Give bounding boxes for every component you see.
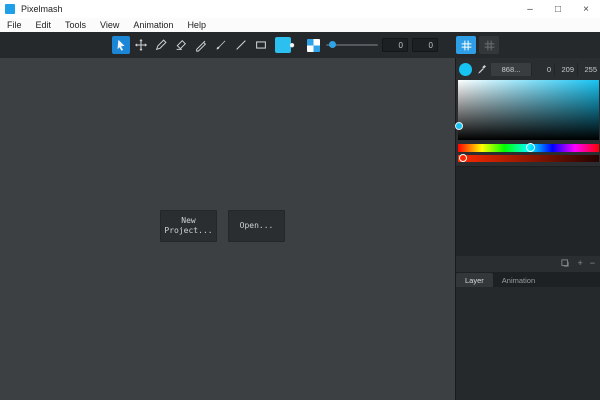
add-layer-icon[interactable]: + bbox=[577, 256, 582, 270]
grid-view-button[interactable] bbox=[456, 36, 476, 54]
sv-picker-marker[interactable] bbox=[455, 122, 463, 130]
new-project-label-line1: New bbox=[181, 216, 196, 225]
rectangle-icon bbox=[256, 41, 266, 49]
brush-shape-circle-button[interactable]: ● bbox=[283, 36, 301, 54]
grid-icon bbox=[461, 40, 471, 50]
x-value-input[interactable]: 0 bbox=[382, 38, 408, 52]
menu-help[interactable]: Help bbox=[180, 18, 213, 32]
duplicate-layer-icon[interactable] bbox=[560, 258, 570, 268]
current-color-circle[interactable] bbox=[459, 62, 472, 76]
app-window: Pixelmash – □ × File Edit Tools View Ani… bbox=[0, 0, 600, 400]
slider-thumb[interactable] bbox=[329, 41, 336, 48]
transform-checker-icon[interactable] bbox=[307, 38, 320, 52]
pointer-icon bbox=[117, 39, 125, 51]
hue-slider-marker[interactable] bbox=[525, 143, 535, 152]
alpha-slider-marker[interactable] bbox=[459, 154, 467, 162]
pen-icon bbox=[196, 40, 207, 52]
toolbar: ● 0 0 bbox=[0, 32, 600, 58]
pointer-tool-button[interactable] bbox=[112, 36, 130, 54]
line-icon bbox=[236, 40, 246, 50]
layer-actions-row: + − bbox=[456, 256, 600, 270]
right-panel: 868... 0 209 255 + − Layer Animation bbox=[455, 58, 600, 400]
rectangle-tool-button[interactable] bbox=[252, 36, 270, 54]
tab-layer[interactable]: Layer bbox=[456, 273, 493, 287]
tool-options-cluster: ● 0 0 bbox=[283, 36, 438, 54]
window-controls: – □ × bbox=[516, 0, 600, 18]
window-title: Pixelmash bbox=[21, 4, 63, 14]
y-value-input[interactable]: 0 bbox=[412, 38, 438, 52]
tab-animation[interactable]: Animation bbox=[493, 273, 544, 287]
pen-tool-button[interactable] bbox=[192, 36, 210, 54]
menu-edit[interactable]: Edit bbox=[29, 18, 59, 32]
brush-icon bbox=[216, 40, 226, 50]
maximize-button[interactable]: □ bbox=[544, 0, 572, 18]
panel-tab-bar: Layer Animation bbox=[456, 272, 600, 287]
move-icon bbox=[134, 38, 148, 52]
eraser-icon bbox=[176, 39, 187, 50]
view-toggle-cluster bbox=[456, 36, 499, 54]
hue-slider[interactable] bbox=[458, 143, 599, 152]
swatch-area bbox=[456, 166, 600, 256]
menu-tools[interactable]: Tools bbox=[58, 18, 93, 32]
grid-off-icon bbox=[484, 40, 494, 50]
saturation-value-picker[interactable] bbox=[455, 80, 599, 140]
new-project-label-line2: Project... bbox=[164, 226, 213, 235]
open-label: Open... bbox=[239, 221, 274, 230]
new-project-button[interactable]: New Project... bbox=[160, 210, 217, 242]
green-value-field[interactable]: 209 bbox=[554, 62, 577, 76]
pencil-tool-button[interactable] bbox=[152, 36, 170, 54]
layers-list-panel[interactable] bbox=[456, 287, 600, 400]
menu-view[interactable]: View bbox=[93, 18, 126, 32]
tool-cluster bbox=[112, 36, 291, 54]
close-button[interactable]: × bbox=[572, 0, 600, 18]
menu-animation[interactable]: Animation bbox=[126, 18, 180, 32]
blue-value-field[interactable]: 255 bbox=[577, 62, 600, 76]
title-bar: Pixelmash – □ × bbox=[0, 0, 600, 18]
line-tool-button[interactable] bbox=[232, 36, 250, 54]
minimize-button[interactable]: – bbox=[516, 0, 544, 18]
open-button[interactable]: Open... bbox=[228, 210, 285, 242]
color-value-row: 868... 0 209 255 bbox=[456, 62, 600, 76]
menu-file[interactable]: File bbox=[0, 18, 29, 32]
hex-color-field[interactable]: 868... bbox=[491, 62, 531, 76]
brush-tool-button[interactable] bbox=[212, 36, 230, 54]
menu-bar: File Edit Tools View Animation Help bbox=[0, 18, 600, 32]
move-tool-button[interactable] bbox=[132, 36, 150, 54]
grid-off-button[interactable] bbox=[479, 36, 499, 54]
alpha-slider[interactable] bbox=[458, 154, 599, 162]
canvas-area[interactable]: New Project... Open... bbox=[0, 58, 455, 400]
eyedropper-icon[interactable] bbox=[475, 63, 489, 76]
pencil-icon bbox=[155, 39, 167, 51]
app-logo-icon bbox=[5, 4, 15, 14]
remove-layer-icon[interactable]: − bbox=[590, 256, 595, 270]
brush-size-slider[interactable] bbox=[326, 36, 378, 54]
red-value-field[interactable]: 0 bbox=[531, 62, 554, 76]
eraser-tool-button[interactable] bbox=[172, 36, 190, 54]
